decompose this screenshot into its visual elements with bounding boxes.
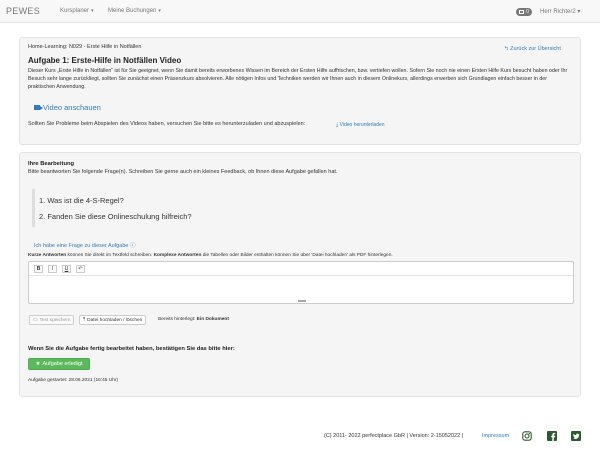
started-timestamp: Aufgabe gestartet: 28.06.2021 (16:45 Uhr… xyxy=(28,378,119,383)
task-title: Aufgabe 1: Erste-Hilfe in Notfällen Vide… xyxy=(28,56,182,65)
twitter-icon[interactable] xyxy=(571,431,581,441)
caret-down-icon: ▾ xyxy=(91,8,94,14)
impressum-link[interactable]: Impressum xyxy=(482,433,509,439)
upload-icon: ⤒ xyxy=(83,318,86,323)
resize-handle[interactable] xyxy=(298,300,306,302)
star-icon: ★ xyxy=(35,361,41,367)
task-description: Dieser Kurs „Erste Hilfe in Notfällen“ i… xyxy=(28,68,568,90)
question-list xyxy=(32,189,577,227)
bold-button[interactable]: B xyxy=(34,265,43,273)
footer-copyright: (C) 2011- 2022 perfectplace GbR | Versio… xyxy=(324,433,464,439)
video-problem-text: Sollten Sie Probleme beim Abspielen des … xyxy=(28,121,306,127)
question-help-link[interactable]: Ich habe eine Frage zu dieser Aufgabe ⓘ xyxy=(34,241,136,249)
question-circle-icon: ⓘ xyxy=(128,243,136,249)
undo-button[interactable]: ↶ xyxy=(76,265,85,273)
save-text-button[interactable]: ▭ Text speichern xyxy=(29,315,75,325)
answer-editor[interactable]: B I U ↶ xyxy=(28,261,574,304)
envelope-icon xyxy=(519,10,525,14)
underline-button[interactable]: U xyxy=(62,265,71,273)
task-done-button[interactable]: ★ Aufgabe erledigt xyxy=(28,358,90,370)
watch-video-link[interactable]: Video anschauen xyxy=(34,103,101,112)
menu-meine-buchungen[interactable]: Meine Buchungen ▾ xyxy=(108,8,161,14)
work-panel: Ihre Bearbeitung Bitte beantworten Sie f… xyxy=(19,152,581,397)
facebook-icon[interactable] xyxy=(547,431,557,441)
editor-toolbar: B I U ↶ xyxy=(29,262,573,276)
breadcrumb: Home-Learning: N029 - Erste Hilfe in Not… xyxy=(28,44,142,50)
menu-kursplaner[interactable]: Kursplaner ▾ xyxy=(60,8,94,14)
file-icon: ▭ xyxy=(33,317,38,323)
caret-down-icon: ▾ xyxy=(575,9,581,15)
caret-down-icon: ▾ xyxy=(158,8,161,14)
brand-logo[interactable]: PEWES xyxy=(6,6,40,16)
mail-badge[interactable]: 0 xyxy=(516,8,532,16)
instagram-icon[interactable] xyxy=(522,431,532,441)
top-navbar: PEWES Kursplaner ▾ Meine Buchungen ▾ 0 Her… xyxy=(0,0,600,23)
task-panel: Home-Learning: N029 - Erste Hilfe in Not… xyxy=(19,37,581,145)
back-to-overview-link[interactable]: ↰ Zurück zur Übersicht xyxy=(504,46,561,52)
user-menu[interactable]: Herr Richter2 ▾ xyxy=(540,8,580,15)
italic-button[interactable]: I xyxy=(48,265,57,273)
uploaded-status: Bereits hinterlegt: Ein Dokument xyxy=(158,317,229,322)
work-subheading: Bitte beantworten Sie folgende Frage(n).… xyxy=(28,169,338,175)
work-heading: Ihre Bearbeitung xyxy=(28,161,75,167)
question-item: 1. Was ist die 4-S-Regel? xyxy=(39,196,124,205)
upload-file-button[interactable]: ⤒ Datei hochladen / löschen xyxy=(79,315,147,325)
video-camera-icon xyxy=(34,105,43,110)
confirm-text: Wenn Sie die Aufgabe fertig bearbeitet h… xyxy=(28,346,235,352)
download-video-link[interactable]: ⤓ Video herunterladen xyxy=(336,122,385,128)
answer-hint: Kurze Antworten können Sie direkt im Tex… xyxy=(28,253,393,258)
question-item: 2. Fanden Sie diese Onlineschulung hilfr… xyxy=(39,212,192,221)
